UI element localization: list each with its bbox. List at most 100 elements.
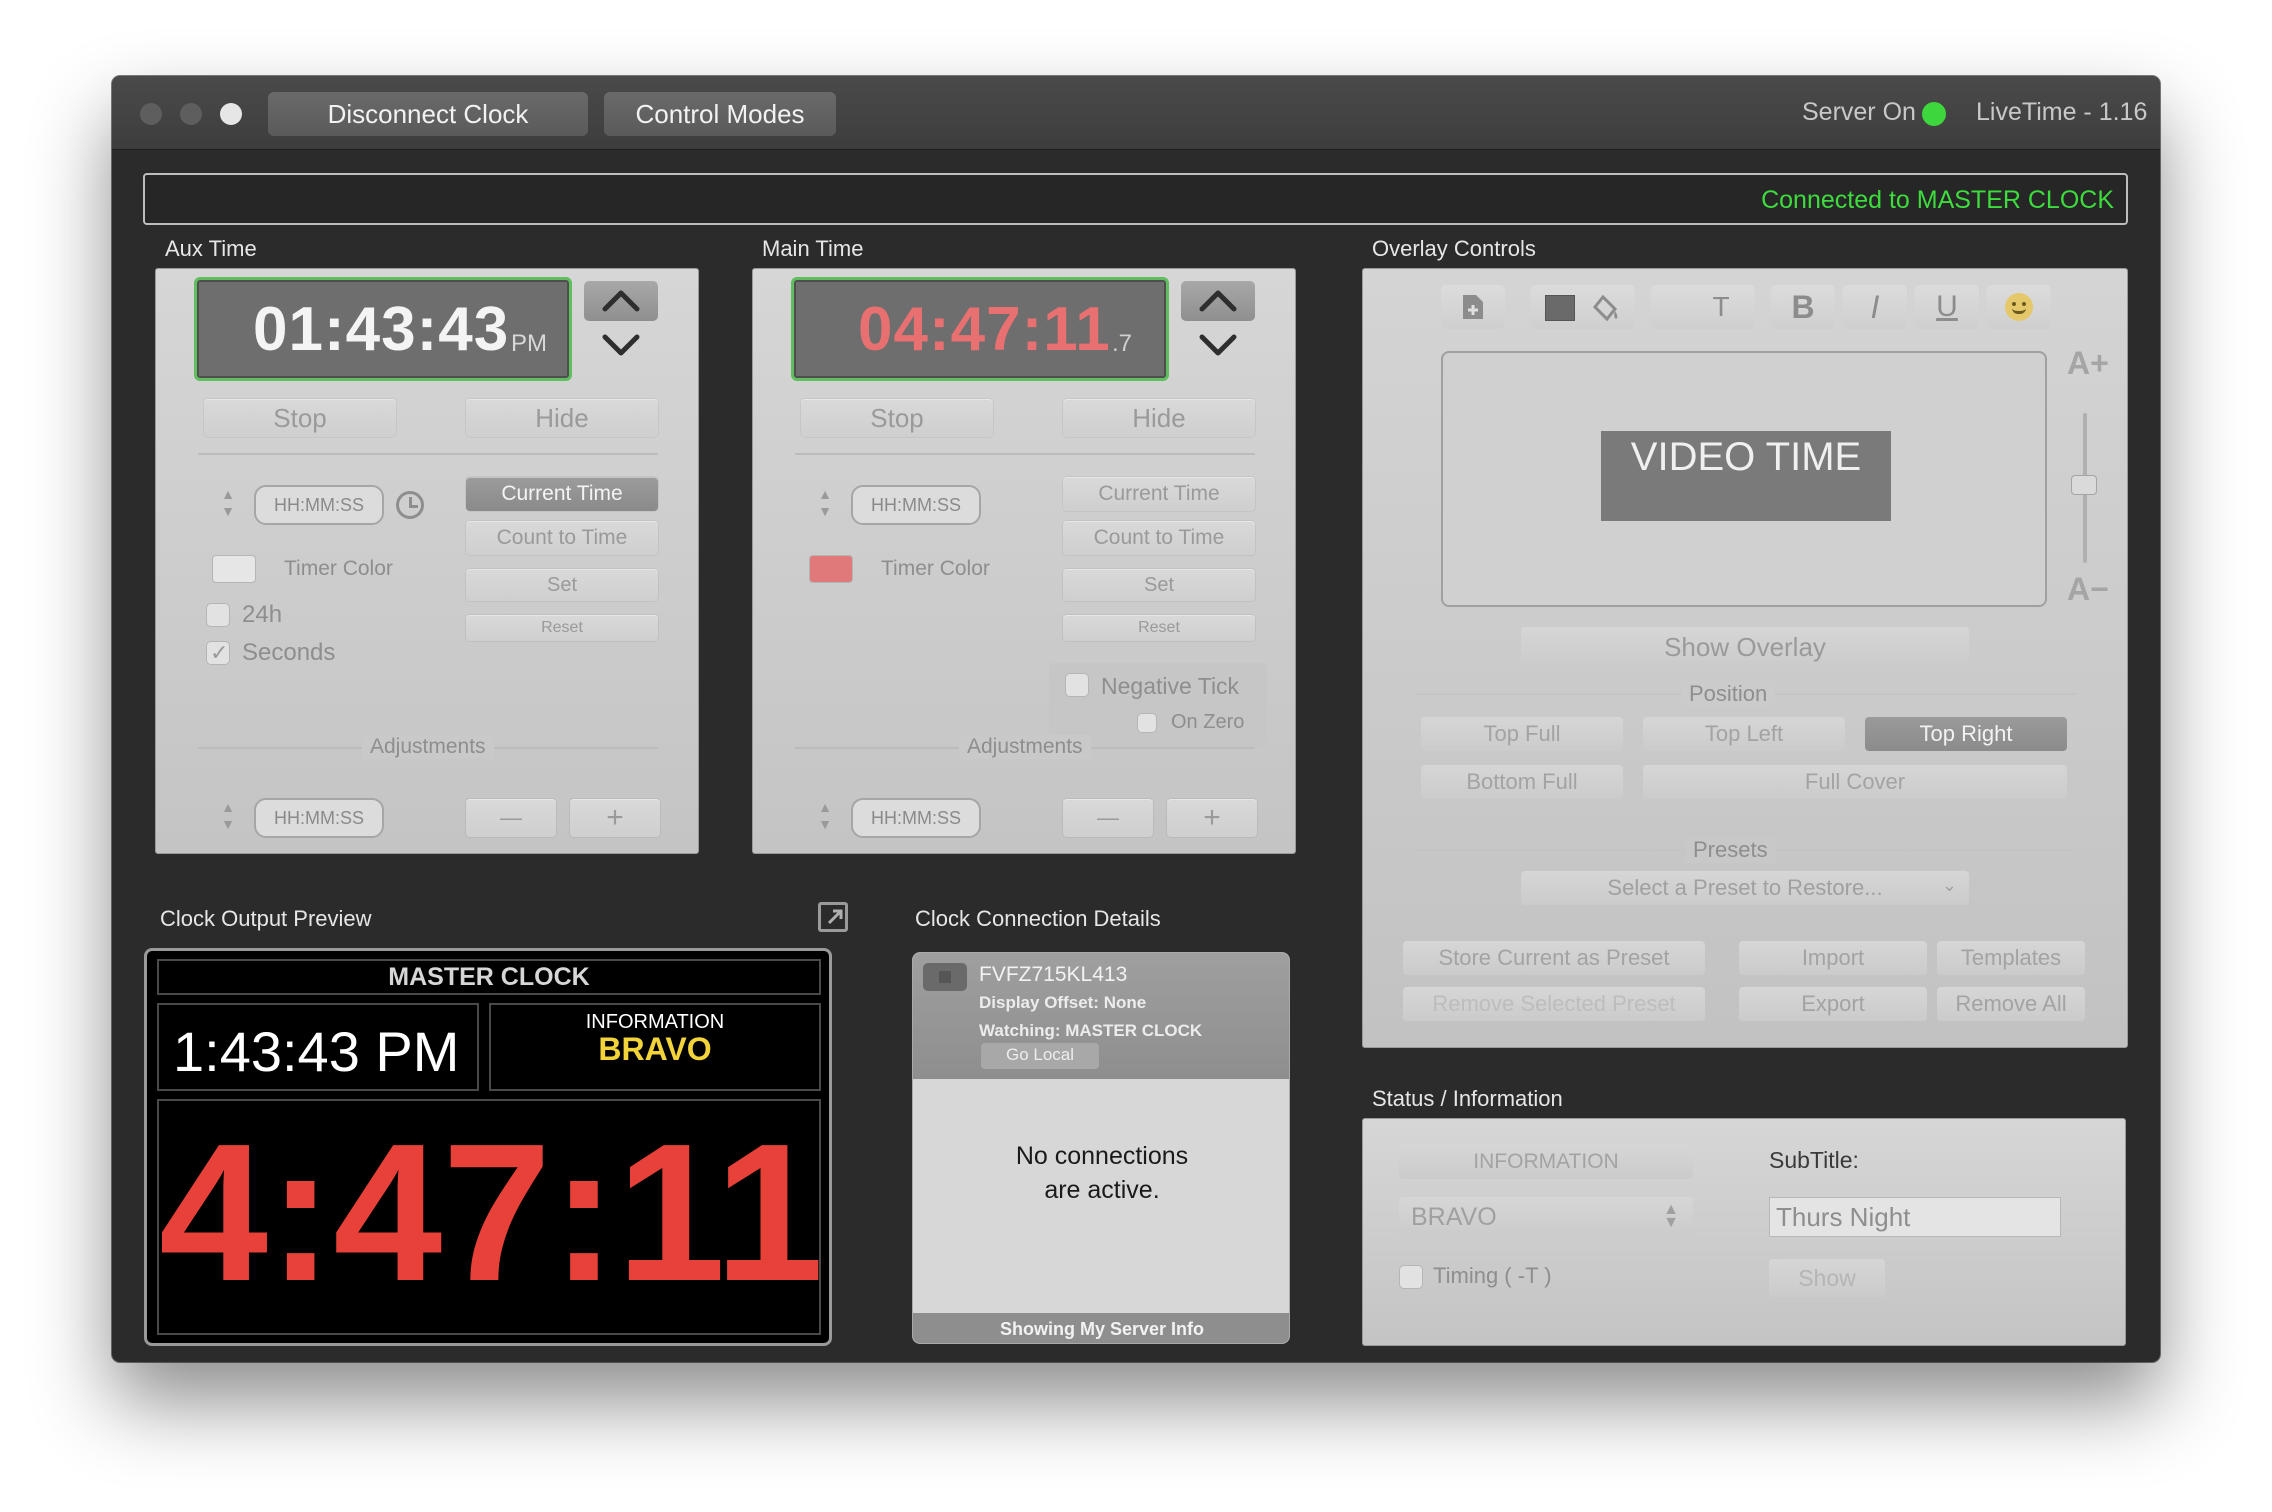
disconnect-clock-button[interactable]: Disconnect Clock [268,92,588,136]
show-overlay-button[interactable]: Show Overlay [1521,627,1969,667]
main-adjust-minus-button[interactable]: — [1063,799,1153,837]
overlay-preview-area[interactable]: VIDEO TIME [1441,351,2047,607]
main-clock-time: 04:47:11 [858,295,1111,364]
no-connections-message: No connections are active. [913,1139,1289,1207]
preview-info-value: BRAVO [598,1031,712,1067]
aux-current-time-button[interactable]: Current Time [466,477,658,511]
position-top-right-button[interactable]: Top Right [1865,717,2067,751]
negative-tick-checkbox[interactable] [1065,673,1089,697]
close-window-button[interactable] [140,103,162,125]
font-size-up-button[interactable]: A+ [2067,345,2109,382]
go-local-button[interactable]: Go Local [981,1043,1099,1069]
remove-preset-button[interactable]: Remove Selected Preset [1403,987,1705,1021]
aux-24h-checkbox[interactable] [206,603,230,627]
zoom-window-button[interactable] [220,103,242,125]
aux-set-button[interactable]: Set [466,569,658,601]
font-size-slider-thumb[interactable] [2071,475,2097,495]
clock-icon[interactable] [396,491,424,519]
aux-increment-button[interactable] [584,281,658,321]
position-top-full-button[interactable]: Top Full [1421,717,1623,751]
main-decrement-button[interactable] [1181,327,1255,367]
presets-label: Presets [1685,837,1776,863]
on-zero-checkbox[interactable] [1137,713,1157,733]
aux-reset-button[interactable]: Reset [466,615,658,641]
main-adjust-stepper[interactable]: ▲ ▼ [815,799,835,837]
aux-time-panel: 01:43:43 PM Stop Hide ▲ ▼ HH:MM:SS Curren… [155,268,699,854]
aux-adjust-stepper[interactable]: ▲ ▼ [218,799,238,837]
status-show-button[interactable]: Show [1769,1259,1885,1297]
position-label: Position [1681,681,1776,707]
main-reset-button[interactable]: Reset [1063,615,1255,641]
aux-time-input[interactable]: HH:MM:SS [254,485,384,525]
main-clock-display: 04:47:11 .7 [791,277,1169,381]
underline-button[interactable]: U [1915,285,1979,329]
subtitle-input[interactable]: Thurs Night [1769,1197,2061,1237]
new-document-button[interactable] [1441,285,1505,329]
remove-all-button[interactable]: Remove All [1937,987,2085,1021]
font-size-down-button[interactable]: A− [2067,571,2109,608]
chevron-down-icon [1199,334,1237,356]
on-zero-label: On Zero [1171,711,1245,733]
main-stop-button[interactable]: Stop [801,399,993,437]
control-modes-button[interactable]: Control Modes [604,92,836,136]
aux-timer-color-swatch[interactable] [212,555,256,583]
main-adjust-plus-button[interactable]: + [1167,799,1257,837]
connection-status-bar: Connected to MASTER CLOCK [143,173,2128,225]
position-top-left-button[interactable]: Top Left [1643,717,1845,751]
color-tools-button[interactable] [1531,285,1635,329]
pop-out-preview-icon[interactable] [818,902,848,932]
information-select[interactable]: BRAVO ▲ ▼ [1399,1197,1693,1237]
import-button[interactable]: Import [1739,941,1927,975]
minimize-window-button[interactable] [180,103,202,125]
app-version: LiveTime - 1.16 [1976,98,2148,126]
aux-hide-button[interactable]: Hide [466,399,658,437]
bold-button[interactable]: B [1771,285,1835,329]
aux-adjust-input[interactable]: HH:MM:SS [254,798,384,838]
position-bottom-full-button[interactable]: Bottom Full [1421,765,1623,799]
aux-adjust-plus-button[interactable]: + [570,799,660,837]
main-increment-button[interactable] [1181,281,1255,321]
aux-adjust-minus-button[interactable]: — [466,799,556,837]
aux-clock-time: 01:43:43 [253,295,510,364]
display-offset: Display Offset: None [979,993,1147,1012]
preview-main-box: 4:47:11 [157,1099,824,1335]
subtitle-label: SubTitle: [1769,1147,1859,1173]
paint-bucket-icon[interactable] [1589,293,1621,323]
main-current-time-button[interactable]: Current Time [1063,477,1255,511]
main-timer-color-swatch[interactable] [809,555,853,583]
document-plus-icon [1463,295,1483,319]
preview-aux-time: 1:43:43 PM [173,1020,460,1083]
main-adjust-input[interactable]: HH:MM:SS [851,798,981,838]
main-time-input[interactable]: HH:MM:SS [851,485,981,525]
divider [795,453,1255,455]
aux-count-to-time-button[interactable]: Count to Time [466,521,658,555]
lock-icon[interactable] [923,963,967,991]
export-button[interactable]: Export [1739,987,1927,1021]
server-status-indicator [1922,102,1946,126]
templates-button[interactable]: Templates [1937,941,2085,975]
text-style-button[interactable]: T [1651,285,1755,329]
store-preset-button[interactable]: Store Current as Preset [1403,941,1705,975]
overlay-controls-title: Overlay Controls [1372,236,1536,261]
aux-24h-label: 24h [242,601,283,628]
preset-select[interactable]: Select a Preset to Restore... ⌄ [1521,871,1969,905]
position-full-cover-button[interactable]: Full Cover [1643,765,2067,799]
main-time-stepper[interactable]: ▲ ▼ [815,486,835,524]
emoji-button[interactable] [1987,285,2051,329]
aux-time-stepper[interactable]: ▲ ▼ [218,486,238,524]
aux-decrement-button[interactable] [584,327,658,367]
clock-output-preview: MASTER CLOCK 1:43:43 PM INFORMATION BRAV… [144,948,832,1346]
italic-button[interactable]: I [1843,285,1907,329]
main-timer-color-label: Timer Color [881,557,990,580]
aux-stop-button[interactable]: Stop [204,399,396,437]
aux-seconds-checkbox[interactable] [206,640,230,666]
timing-checkbox[interactable] [1399,1265,1423,1289]
aux-seconds-label: Seconds [242,639,336,666]
main-set-button[interactable]: Set [1063,569,1255,601]
divider [198,453,658,455]
main-count-to-time-button[interactable]: Count to Time [1063,521,1255,555]
main-hide-button[interactable]: Hide [1063,399,1255,437]
preview-main-time: 4:47:11 [159,1103,824,1322]
fill-color-swatch[interactable] [1545,295,1575,321]
information-button[interactable]: INFORMATION [1399,1145,1693,1179]
